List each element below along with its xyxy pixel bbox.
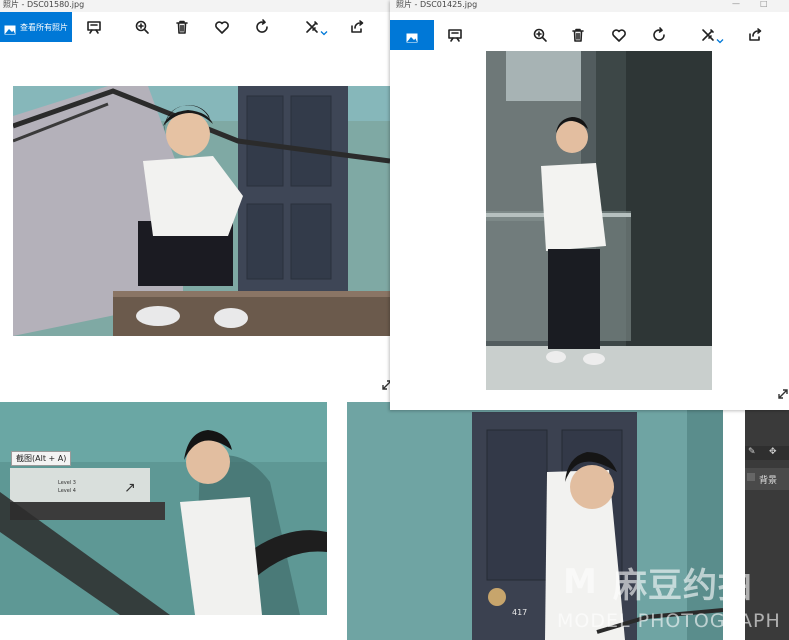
view-all-label: 查看所有照片	[20, 22, 68, 32]
expand-icon[interactable]	[381, 376, 390, 390]
sign-line-1: Level 3	[58, 480, 76, 486]
move-icon[interactable]: ✥	[769, 447, 777, 457]
photo-full-body	[486, 51, 712, 390]
rotate-icon[interactable]	[649, 25, 669, 45]
layer-row[interactable]: 背景	[745, 468, 789, 490]
zoom-icon[interactable]	[132, 17, 152, 37]
view-all-photos-button[interactable]	[390, 20, 434, 50]
chevron-down-icon[interactable]	[716, 30, 724, 44]
image-icon	[4, 21, 16, 35]
chevron-down-icon[interactable]	[320, 22, 328, 36]
brush-icon[interactable]: ✎	[748, 447, 756, 457]
slideshow-icon[interactable]	[445, 25, 465, 45]
minimize-button[interactable]: —	[732, 0, 740, 8]
delete-icon[interactable]	[172, 17, 192, 37]
photo-stairs	[13, 86, 390, 336]
delete-icon[interactable]	[568, 25, 588, 45]
view-all-photos-button[interactable]: 查看所有照片	[0, 12, 72, 42]
screenshot-tooltip: 截图(Alt + A)	[11, 451, 72, 466]
photo-door-profile: 417	[347, 402, 723, 640]
photos-window-right: 照片 - DSC01425.jpg — □	[390, 0, 789, 410]
window-title: 照片 - DSC01425.jpg	[396, 0, 478, 9]
visibility-icon[interactable]	[747, 473, 755, 481]
expand-icon[interactable]	[777, 385, 789, 399]
slideshow-icon[interactable]	[84, 17, 104, 37]
title-bar: 照片 - DSC01425.jpg — □	[390, 0, 789, 12]
door-number: 417	[512, 608, 528, 617]
image-icon	[405, 29, 419, 43]
toolbar	[390, 20, 789, 50]
photoshop-panel: ✎ ✥ 背景	[745, 410, 789, 640]
toolbar: 查看所有照片	[0, 12, 390, 42]
edit-icon[interactable]	[302, 17, 322, 37]
maximize-button[interactable]: □	[760, 0, 768, 8]
rotate-icon[interactable]	[252, 17, 272, 37]
svg-text:↗: ↗	[124, 480, 136, 496]
favorite-icon[interactable]	[212, 17, 232, 37]
zoom-icon[interactable]	[530, 25, 550, 45]
layer-label: 背景	[759, 476, 778, 486]
title-bar: 照片 - DSC01580.jpg	[0, 0, 390, 12]
share-icon[interactable]	[347, 17, 367, 37]
favorite-icon[interactable]	[609, 25, 629, 45]
sign-line-2: Level 4	[58, 488, 76, 494]
photos-window-left: 照片 - DSC01580.jpg 查看所有照片	[0, 0, 390, 400]
edit-icon[interactable]	[698, 25, 718, 45]
window-title: 照片 - DSC01580.jpg	[3, 0, 85, 9]
share-icon[interactable]	[745, 25, 765, 45]
photo-teal-wall-sign: ↗ Level 3 Level 4	[0, 402, 327, 615]
